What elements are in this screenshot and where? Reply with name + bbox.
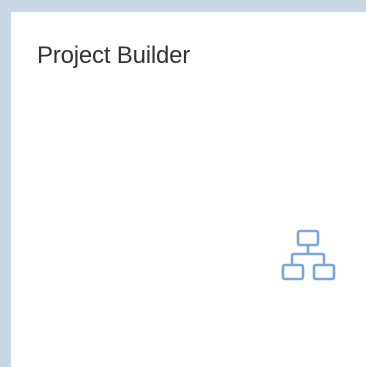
tile-title: Project Builder <box>37 42 191 69</box>
tile-frame: Project Builder <box>0 0 366 367</box>
project-builder-tile[interactable]: Project Builder <box>11 12 366 367</box>
hierarchy-icon <box>281 229 337 283</box>
